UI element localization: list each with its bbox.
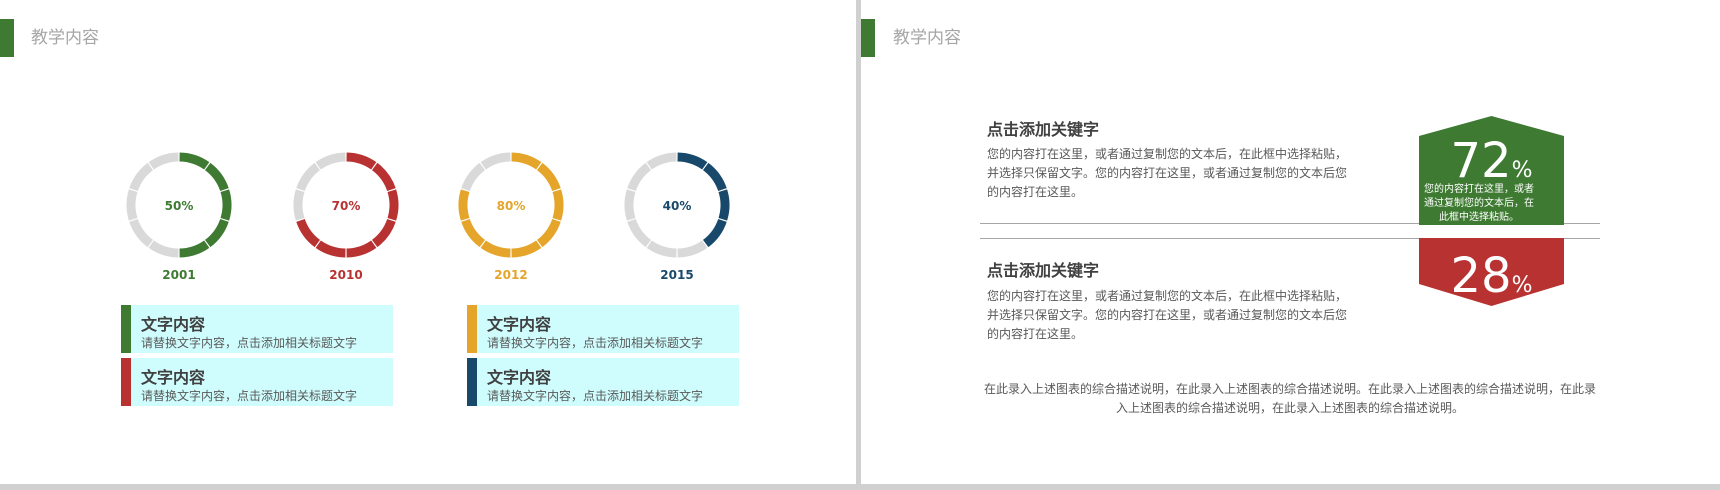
ring-percent-label: 70% bbox=[332, 199, 361, 213]
title-accent-bar bbox=[861, 19, 875, 57]
ring-segment-filled bbox=[511, 152, 542, 170]
legend-card-3: 文字内容 请替换文字内容，点击添加相关标题文字 bbox=[467, 305, 739, 353]
ring-segment-filled bbox=[371, 218, 396, 248]
ring-segment-filled bbox=[536, 162, 561, 192]
badge-72-value: 72% bbox=[1419, 136, 1564, 186]
title-accent-bar bbox=[0, 19, 14, 57]
ring-segment-empty bbox=[646, 240, 677, 258]
ring-segment-filled bbox=[552, 189, 564, 221]
ring-segment-filled bbox=[204, 162, 229, 192]
ring-segment-empty bbox=[461, 162, 486, 192]
badge-unit: % bbox=[1511, 273, 1533, 298]
legend-card-text: 请替换文字内容，点击添加相关标题文字 bbox=[141, 389, 358, 403]
slide-title: 教学内容 bbox=[31, 28, 99, 48]
keyword-body-2: 您的内容打在这里，或者通过复制您的文本后，在此框中选择粘贴，并选择只保留文字。您… bbox=[987, 289, 1348, 341]
ring-chart-1-graphic: 50% bbox=[126, 152, 232, 258]
ring-segment-filled bbox=[315, 240, 346, 258]
legend-card-title: 文字内容 bbox=[487, 368, 552, 387]
ring-segment-filled bbox=[346, 240, 377, 258]
ring-chart-3-graphic: 80% bbox=[458, 152, 564, 258]
badge-number: 72 bbox=[1450, 133, 1512, 189]
legend-card-4: 文字内容 请替换文字内容，点击添加相关标题文字 bbox=[467, 358, 739, 406]
ring-segment-empty bbox=[148, 152, 179, 170]
legend-card-accent bbox=[121, 358, 131, 406]
ring-segment-empty bbox=[293, 189, 305, 221]
ring-year-label: 2001 bbox=[162, 268, 196, 282]
right-slide: 教学内容 点击添加关键字 您的内容打在这里，或者通过复制您的文本后，在此框中选择… bbox=[861, 0, 1720, 484]
legend-card-1: 文字内容 请替换文字内容，点击添加相关标题文字 bbox=[121, 305, 393, 353]
legend-card-text: 请替换文字内容，点击添加相关标题文字 bbox=[487, 389, 704, 403]
ring-percent-label: 80% bbox=[497, 199, 526, 213]
legend-card-title: 文字内容 bbox=[141, 315, 206, 334]
summary-text: 在此录入上述图表的综合描述说明，在此录入上述图表的综合描述说明。在此录入上述图表… bbox=[983, 382, 1596, 415]
ring-segment-empty bbox=[296, 162, 321, 192]
keyword-body-1: 您的内容打在这里，或者通过复制您的文本后，在此框中选择粘贴，并选择只保留文字。您… bbox=[987, 147, 1348, 199]
ring-segment-empty bbox=[627, 162, 652, 192]
ring-segment-filled bbox=[179, 152, 210, 170]
ring-segment-filled bbox=[718, 189, 730, 221]
ring-segment-filled bbox=[511, 240, 542, 258]
ring-segment-filled bbox=[677, 152, 708, 170]
ring-segment-empty bbox=[646, 152, 677, 170]
left-slide: 教学内容 50% 2001 70% 2010 80% 2012 40% 2015… bbox=[0, 0, 856, 484]
ring-segment-filled bbox=[346, 152, 377, 170]
legend-card-text: 请替换文字内容，点击添加相关标题文字 bbox=[487, 336, 704, 350]
ring-segment-filled bbox=[480, 240, 511, 258]
ring-segment-empty bbox=[148, 240, 179, 258]
ring-segment-empty bbox=[624, 189, 636, 221]
ring-segment-filled bbox=[179, 240, 210, 258]
ring-percent-label: 50% bbox=[165, 199, 194, 213]
ring-segment-filled bbox=[371, 162, 396, 192]
ring-segment-empty bbox=[129, 218, 154, 248]
ring-year-label: 2010 bbox=[329, 268, 363, 282]
ring-chart-2: 70% 2010 bbox=[281, 140, 411, 282]
ring-segment-filled bbox=[296, 218, 321, 248]
ring-year-label: 2015 bbox=[660, 268, 694, 282]
keyword-heading-2: 点击添加关键字 bbox=[987, 261, 1100, 280]
ring-segment-filled bbox=[461, 218, 486, 248]
legend-card-accent bbox=[121, 305, 131, 353]
ring-year-label: 2012 bbox=[494, 268, 528, 282]
badge-72-description: 您的内容打在这里，或者通过复制您的文本后，在此框中选择粘贴。 bbox=[1424, 184, 1534, 223]
ring-segment-empty bbox=[129, 162, 154, 192]
ring-percent-label: 40% bbox=[663, 199, 692, 213]
legend-card-accent bbox=[467, 305, 477, 353]
ring-segment-empty bbox=[126, 189, 138, 221]
ring-segment-filled bbox=[702, 162, 727, 192]
legend-card-title: 文字内容 bbox=[141, 368, 206, 387]
ring-segment-filled bbox=[458, 189, 470, 221]
badge-number: 28 bbox=[1450, 248, 1512, 304]
ring-chart-1: 50% 2001 bbox=[114, 140, 244, 282]
keyword-heading-1: 点击添加关键字 bbox=[987, 120, 1100, 139]
ring-chart-4: 40% 2015 bbox=[612, 140, 742, 282]
legend-card-accent bbox=[467, 358, 477, 406]
ring-segment-empty bbox=[315, 152, 346, 170]
ring-chart-3: 80% 2012 bbox=[446, 140, 576, 282]
ring-chart-2-graphic: 70% bbox=[293, 152, 399, 258]
ring-segment-filled bbox=[702, 218, 727, 248]
ring-segment-empty bbox=[627, 218, 652, 248]
ring-segment-filled bbox=[220, 189, 232, 221]
slide-title: 教学内容 bbox=[893, 28, 961, 48]
ring-segment-filled bbox=[536, 218, 561, 248]
ring-chart-4-graphic: 40% bbox=[624, 152, 730, 258]
badge-unit: % bbox=[1511, 158, 1533, 183]
ring-segment-empty bbox=[480, 152, 511, 170]
legend-card-text: 请替换文字内容，点击添加相关标题文字 bbox=[141, 336, 358, 350]
legend-card-2: 文字内容 请替换文字内容，点击添加相关标题文字 bbox=[121, 358, 393, 406]
badge-28-value: 28% bbox=[1419, 251, 1564, 301]
ring-segment-empty bbox=[677, 240, 708, 258]
ring-segment-filled bbox=[204, 218, 229, 248]
ring-segment-filled bbox=[387, 189, 399, 221]
legend-card-title: 文字内容 bbox=[487, 315, 552, 334]
